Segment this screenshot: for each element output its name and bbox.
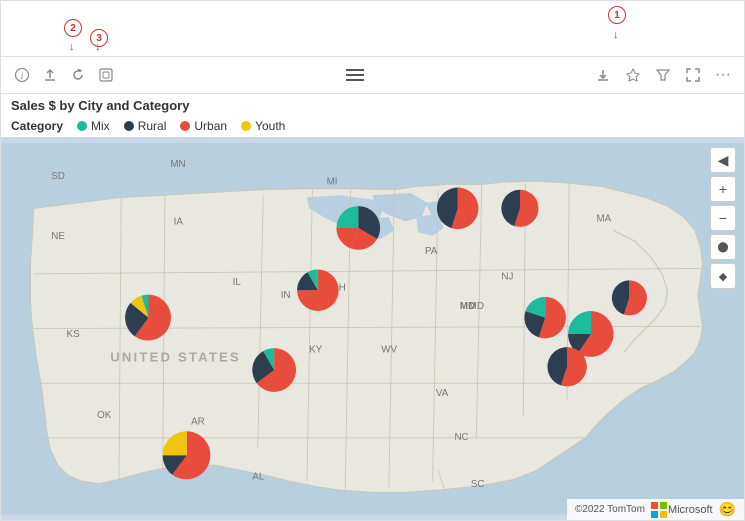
svg-text:VA: VA [436,388,449,399]
reset-view-button[interactable]: ⬤ [710,234,736,260]
svg-text:WV: WV [381,345,397,356]
filter-icon[interactable] [652,64,674,86]
zoom-in-button[interactable]: + [710,176,736,202]
upload-icon[interactable] [39,64,61,86]
toolbar: i [1,56,744,94]
map-controls: ◀ + − ⬤ ◆ [710,147,736,289]
copyright-text: ©2022 TomTom [575,504,645,515]
svg-text:OK: OK [97,410,112,421]
annotation-3-arrow: ↓ [95,41,101,53]
main-container: 1 ↓ 2 ↓ 3 ↓ i [0,0,745,521]
more-options-icon[interactable]: ··· [712,64,734,86]
svg-text:MD: MD [460,301,475,312]
youth-dot [241,121,251,131]
info-icon[interactable]: i [11,64,33,86]
location-button[interactable]: ◆ [710,263,736,289]
svg-text:NC: NC [454,432,468,443]
svg-text:AL: AL [252,471,265,482]
mix-dot [77,121,87,131]
svg-text:SD: SD [51,171,65,182]
svg-text:MN: MN [170,159,185,170]
toolbar-center[interactable] [342,65,368,85]
legend-item-youth: Youth [241,119,285,133]
legend: Category Mix Rural Urban Youth [1,115,744,137]
toolbar-right: ··· [592,64,734,86]
annotation-1-arrow: ↓ [613,29,619,41]
pin-icon[interactable] [622,64,644,86]
svg-text:UNITED STATES: UNITED STATES [110,349,241,364]
svg-text:PA: PA [425,246,438,257]
svg-text:i: i [21,71,24,81]
copyright-bar: ©2022 TomTom Microsoft 😊 [567,499,744,520]
emoji-icon[interactable]: 😊 [719,501,736,518]
legend-mix-label: Mix [91,119,110,133]
map-container[interactable]: SD NE KS OK AR AL IL IN OH KY WV VA NC S… [1,137,744,520]
chart-title: Sales $ by City and Category [11,98,734,113]
svg-text:KS: KS [67,329,81,340]
urban-dot [180,121,190,131]
microsoft-logo: Microsoft [651,502,713,518]
legend-rural-label: Rural [138,119,167,133]
expand-icon[interactable] [95,64,117,86]
legend-urban-label: Urban [194,119,227,133]
rural-dot [124,121,134,131]
hamburger-menu[interactable] [342,65,368,85]
svg-text:KY: KY [309,345,323,356]
map-svg: SD NE KS OK AR AL IL IN OH KY WV VA NC S… [1,137,744,520]
svg-text:IA: IA [174,217,184,228]
annotation-1: 1 [608,6,626,24]
svg-text:NE: NE [51,231,65,242]
legend-item-mix: Mix [77,119,110,133]
svg-text:AR: AR [191,417,205,428]
svg-text:IN: IN [281,290,291,301]
svg-text:NJ: NJ [501,271,513,282]
chart-header: Sales $ by City and Category [1,94,744,115]
legend-item-rural: Rural [124,119,167,133]
microsoft-text: Microsoft [668,504,713,516]
legend-youth-label: Youth [255,119,285,133]
svg-text:MA: MA [596,213,611,224]
legend-item-urban: Urban [180,119,227,133]
svg-text:SC: SC [471,479,485,490]
toolbar-left: i [11,64,117,86]
annotation-2: 2 [64,19,82,37]
annotation-area: 1 ↓ 2 ↓ 3 ↓ [1,1,744,56]
download-icon[interactable] [592,64,614,86]
annotation-2-arrow: ↓ [69,41,75,53]
pan-icon[interactable]: ◀ [710,147,736,173]
legend-label: Category [11,119,63,133]
svg-text:MI: MI [327,176,338,187]
fullscreen-icon[interactable] [682,64,704,86]
refresh-icon[interactable] [67,64,89,86]
svg-text:IL: IL [233,277,242,288]
zoom-out-button[interactable]: − [710,205,736,231]
